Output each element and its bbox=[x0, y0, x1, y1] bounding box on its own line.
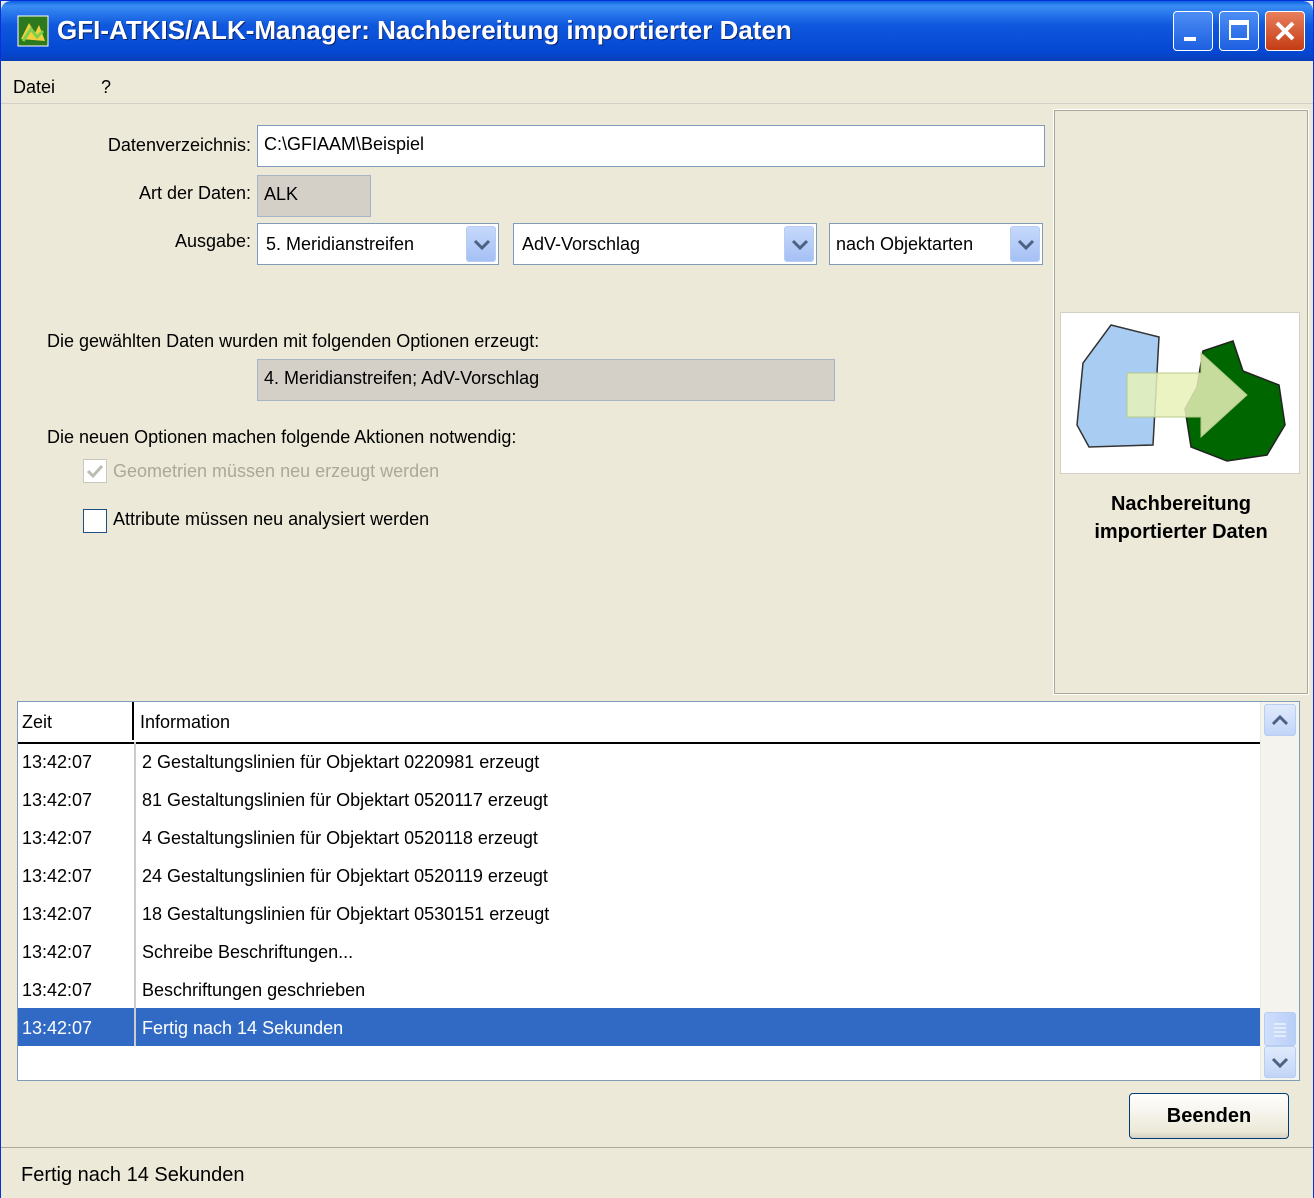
attributes-checkbox-label: Attribute müssen neu analysiert werden bbox=[113, 509, 430, 529]
created-options-field: 4. Meridianstreifen; AdV-Vorschlag bbox=[257, 359, 835, 401]
profile-select-value: AdV-Vorschlag bbox=[522, 234, 641, 254]
log-scrollbar[interactable] bbox=[1260, 702, 1299, 1080]
datadir-input[interactable]: C:\GFIAAM\Beispiel bbox=[257, 125, 1045, 167]
menu-help[interactable]: ? bbox=[101, 77, 111, 98]
strip-select-value: 5. Meridianstreifen bbox=[266, 234, 415, 254]
datadir-label: Datenverzeichnis: bbox=[107, 135, 251, 155]
chevron-down-icon bbox=[473, 239, 491, 251]
app-logo-icon bbox=[17, 15, 49, 47]
profile-dropdown-button[interactable] bbox=[784, 226, 814, 262]
table-row[interactable]: 13:42:07 Beschriftungen geschrieben bbox=[18, 970, 1260, 1008]
scroll-down-button[interactable] bbox=[1264, 1046, 1296, 1078]
row-info: 24 Gestaltungslinien für Objektart 05201… bbox=[134, 856, 1260, 894]
checkmark-icon bbox=[86, 464, 104, 479]
log-table-body: 13:42:07 2 Gestaltungslinien für Objektar… bbox=[18, 742, 1260, 1046]
row-time: 13:42:07 bbox=[22, 752, 93, 772]
table-row[interactable]: 13:42:07 81 Gestaltungslinien für Objekta… bbox=[18, 780, 1260, 818]
actions-label: Die neuen Optionen machen folgende Aktio… bbox=[47, 427, 517, 447]
log-table-header: Zeit Information bbox=[18, 702, 1260, 744]
strip-select[interactable]: 5. Meridianstreifen bbox=[257, 223, 499, 265]
row-time: 13:42:07 bbox=[22, 828, 93, 848]
row-time: 13:42:07 bbox=[22, 980, 93, 1000]
menu-file[interactable]: Datei bbox=[13, 77, 55, 98]
strip-dropdown-button[interactable] bbox=[466, 226, 496, 262]
table-row[interactable]: 13:42:07 Schreibe Beschriftungen... bbox=[18, 932, 1260, 970]
table-row[interactable]: 13:42:07 24 Gestaltungslinien für Objekta… bbox=[18, 856, 1260, 894]
quit-button[interactable]: Beenden bbox=[1129, 1093, 1289, 1139]
table-row[interactable]: 13:42:07 4 Gestaltungslinien für Objektar… bbox=[18, 818, 1260, 856]
datatype-label: Art der Daten: bbox=[138, 183, 251, 203]
scroll-thumb[interactable] bbox=[1264, 1012, 1296, 1046]
column-header-time[interactable]: Zeit bbox=[18, 702, 134, 740]
row-info: 2 Gestaltungslinien für Objektart 022098… bbox=[134, 742, 1260, 780]
row-info: Beschriftungen geschrieben bbox=[134, 970, 1260, 1008]
datatype-field: ALK bbox=[257, 175, 371, 217]
grip-icon bbox=[1274, 1023, 1286, 1037]
row-time: 13:42:07 bbox=[22, 790, 93, 810]
chevron-up-icon bbox=[1271, 714, 1289, 726]
row-time: 13:42:07 bbox=[22, 1018, 93, 1038]
minimize-icon bbox=[1184, 37, 1196, 41]
table-row[interactable]: 13:42:07 Fertig nach 14 Sekunden bbox=[18, 1008, 1260, 1046]
row-info: 4 Gestaltungslinien für Objektart 052011… bbox=[134, 818, 1260, 856]
menu-bar: Datei ? bbox=[1, 63, 1313, 104]
chevron-down-icon bbox=[791, 239, 809, 251]
minimize-button[interactable] bbox=[1173, 11, 1213, 51]
close-button[interactable] bbox=[1265, 11, 1305, 51]
created-options-label: Die gewählten Daten wurden mit folgenden… bbox=[47, 331, 540, 351]
column-header-info[interactable]: Information bbox=[136, 702, 1256, 740]
info-side-panel: Nachbereitung importierter Daten bbox=[1053, 109, 1309, 695]
close-icon bbox=[1275, 21, 1295, 41]
options-panel: Datenverzeichnis: C:\GFIAAM\Beispiel Art… bbox=[11, 109, 1047, 695]
table-row[interactable]: 13:42:07 2 Gestaltungslinien für Objektar… bbox=[18, 742, 1260, 780]
row-info: Fertig nach 14 Sekunden bbox=[134, 1008, 1260, 1046]
process-illustration bbox=[1060, 312, 1300, 474]
row-time: 13:42:07 bbox=[22, 904, 93, 924]
maximize-button[interactable] bbox=[1219, 11, 1259, 51]
row-time: 13:42:07 bbox=[22, 866, 93, 886]
profile-select[interactable]: AdV-Vorschlag bbox=[513, 223, 817, 265]
row-info: Schreibe Beschriftungen... bbox=[134, 932, 1260, 970]
transform-arrow-icon bbox=[1076, 324, 1286, 462]
status-text: Fertig nach 14 Sekunden bbox=[21, 1164, 245, 1186]
row-time: 13:42:07 bbox=[22, 942, 93, 962]
geometry-checkbox[interactable] bbox=[83, 459, 107, 483]
mode-select-value: nach Objektarten bbox=[836, 234, 974, 254]
row-info: 18 Gestaltungslinien für Objektart 05301… bbox=[134, 894, 1260, 932]
side-caption: Nachbereitung importierter Daten bbox=[1094, 493, 1268, 543]
title-bar[interactable]: GFI-ATKIS/ALK-Manager: Nachbereitung imp… bbox=[1, 1, 1313, 61]
mode-select[interactable]: nach Objektarten bbox=[829, 223, 1043, 265]
chevron-down-icon bbox=[1017, 239, 1035, 251]
attributes-checkbox[interactable] bbox=[83, 509, 107, 533]
row-info: 81 Gestaltungslinien für Objektart 05201… bbox=[134, 780, 1260, 818]
mode-dropdown-button[interactable] bbox=[1010, 226, 1040, 262]
geometry-checkbox-label: Geometrien müssen neu erzeugt werden bbox=[113, 461, 440, 481]
maximize-icon bbox=[1229, 20, 1249, 40]
status-bar: Fertig nach 14 Sekunden bbox=[1, 1147, 1313, 1198]
log-table[interactable]: Zeit Information 13:42:07 2 Gestaltungsli… bbox=[17, 701, 1300, 1081]
table-row[interactable]: 13:42:07 18 Gestaltungslinien für Objekta… bbox=[18, 894, 1260, 932]
output-label: Ausgabe: bbox=[174, 231, 251, 251]
scroll-up-button[interactable] bbox=[1264, 704, 1296, 736]
window-title: GFI-ATKIS/ALK-Manager: Nachbereitung imp… bbox=[57, 15, 792, 45]
chevron-down-icon bbox=[1271, 1057, 1289, 1069]
app-window: GFI-ATKIS/ALK-Manager: Nachbereitung imp… bbox=[0, 0, 1314, 1198]
